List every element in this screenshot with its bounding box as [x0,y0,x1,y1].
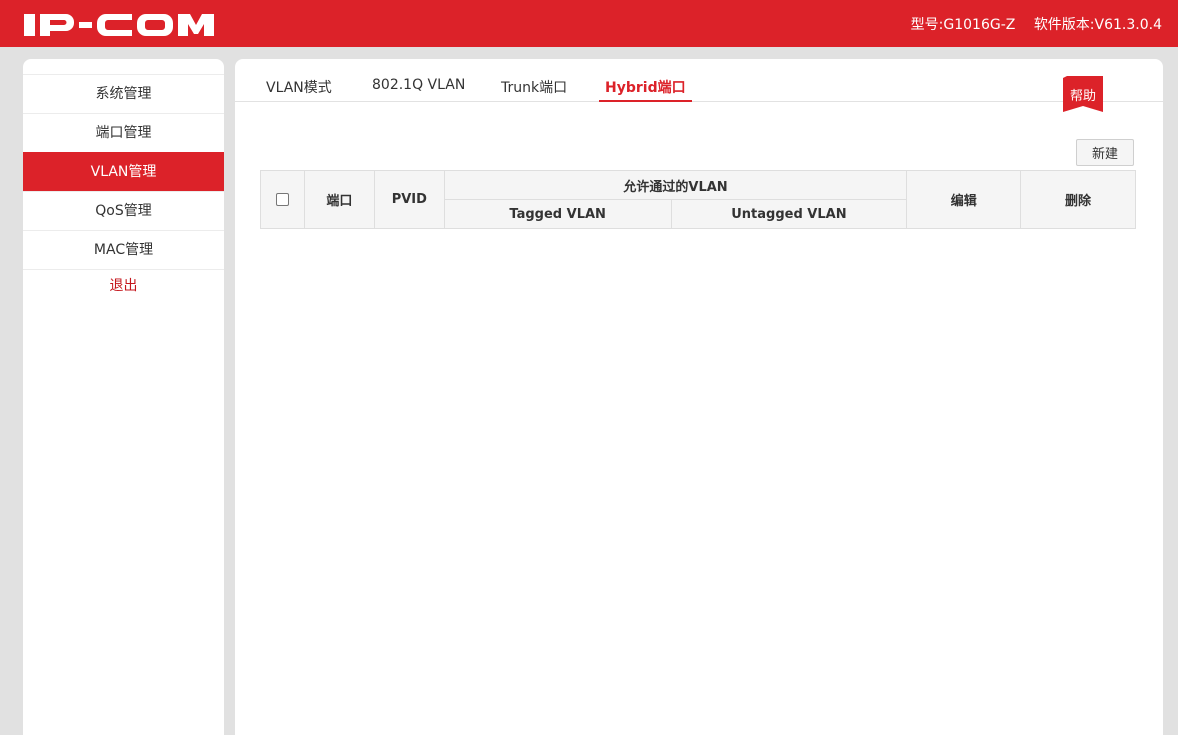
ip-com-logo [24,14,214,36]
col-pvid: PVID [373,170,445,229]
help-button[interactable]: 帮助 [1063,76,1103,112]
logout-link[interactable]: 退出 [23,269,224,303]
sidebar-menu: 系统管理 端口管理 VLAN管理 QoS管理 MAC管理 退出 [23,74,224,303]
sidebar-item-port[interactable]: 端口管理 [23,113,224,152]
col-allowed-vlan: 允许通过的VLAN [443,170,908,200]
col-port: 端口 [303,170,375,229]
tab-hybrid-port[interactable]: Hybrid端口 [599,77,692,102]
select-all-cell [260,170,305,229]
sidebar-item-vlan[interactable]: VLAN管理 [23,152,224,191]
col-edit: 编辑 [906,170,1022,229]
sidebar: 系统管理 端口管理 VLAN管理 QoS管理 MAC管理 退出 [23,59,224,735]
tab-trunk-port[interactable]: Trunk端口 [501,77,567,102]
help-label: 帮助 [1069,89,1096,104]
device-info: 型号:G1016G-Z 软件版本:V61.3.0.4 [897,14,1162,34]
tab-8021q-vlan[interactable]: 802.1Q VLAN [372,77,465,102]
sidebar-item-system[interactable]: 系统管理 [23,74,224,113]
table-header-row: 端口 PVID 允许通过的VLAN 编辑 删除 [260,170,1136,229]
col-delete: 删除 [1020,170,1136,229]
version-label: 软件版本:V61.3.0.4 [1033,17,1162,33]
tab-vlan-mode[interactable]: VLAN模式 [266,77,332,102]
sidebar-item-qos[interactable]: QoS管理 [23,191,224,230]
new-button[interactable]: 新建 [1076,139,1134,166]
hybrid-port-table: 端口 PVID 允许通过的VLAN 编辑 删除 Tagged VLAN Unta… [260,170,1136,229]
tab-bar: VLAN模式 802.1Q VLAN Trunk端口 Hybrid端口 [235,59,1163,102]
model-label: 型号:G1016G-Z [910,17,1016,33]
sidebar-item-mac[interactable]: MAC管理 [23,230,224,269]
col-untagged-vlan: Untagged VLAN [670,199,908,229]
select-all-checkbox[interactable] [275,193,289,206]
top-bar: 型号:G1016G-Z 软件版本:V61.3.0.4 [0,0,1178,47]
main-panel: VLAN模式 802.1Q VLAN Trunk端口 Hybrid端口 帮助 新… [235,59,1163,735]
col-tagged-vlan: Tagged VLAN [443,199,672,229]
